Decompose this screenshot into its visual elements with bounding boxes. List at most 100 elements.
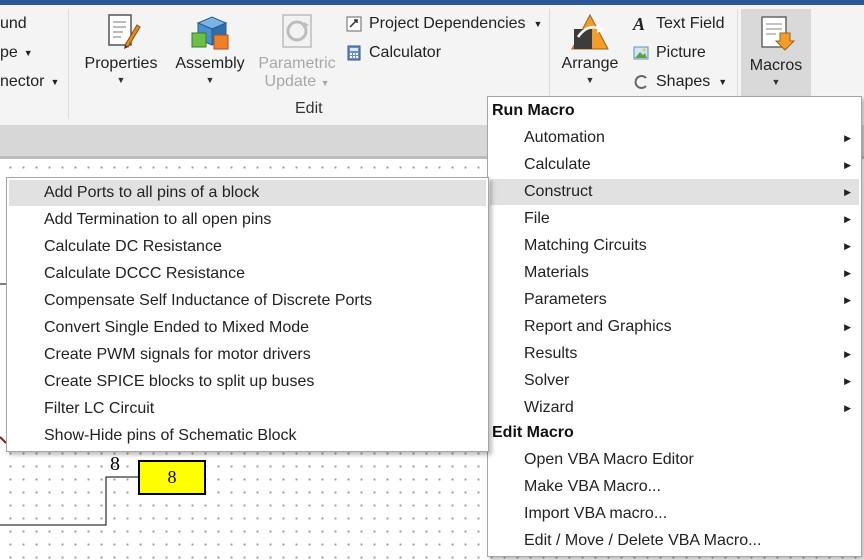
submenu-item-label: Create SPICE blocks to split up buses bbox=[44, 373, 315, 390]
parametric-update-icon bbox=[277, 11, 317, 51]
menu-item-wizard[interactable]: Wizard ▶ bbox=[490, 395, 859, 421]
macros-button[interactable]: Macros ▼ bbox=[741, 9, 811, 101]
ribbon-item-connector-cut[interactable]: nector ▼ bbox=[0, 73, 59, 91]
menu-item-make-vba-macro[interactable]: Make VBA Macro... bbox=[490, 474, 859, 500]
ribbon-item-background-cut[interactable]: und bbox=[0, 15, 27, 33]
parametric-update-label-line1: Parametric bbox=[258, 55, 336, 72]
calculator-icon bbox=[346, 45, 362, 61]
submenu-item-label: Filter LC Circuit bbox=[44, 400, 155, 417]
dropdown-arrow-icon: ▼ bbox=[718, 77, 728, 87]
submenu-item-filter-lc-circuit[interactable]: Filter LC Circuit bbox=[9, 396, 486, 422]
assembly-label: Assembly bbox=[175, 55, 245, 72]
menu-item-label: Automation bbox=[524, 129, 605, 146]
submenu-arrow-icon: ▶ bbox=[844, 160, 851, 170]
ribbon-item-label: pe bbox=[0, 44, 18, 61]
menu-item-solver[interactable]: Solver ▶ bbox=[490, 368, 859, 394]
parametric-update-button[interactable]: Parametric Update ▼ bbox=[252, 11, 342, 91]
submenu-item-calculate-dccc-resistance[interactable]: Calculate DCCC Resistance bbox=[9, 261, 486, 287]
picture-icon bbox=[633, 45, 649, 61]
picture-button[interactable]: Picture bbox=[633, 44, 706, 62]
group-separator bbox=[68, 9, 69, 119]
menu-item-label: Construct bbox=[524, 183, 593, 200]
menu-item-edit-move-delete-vba-macro[interactable]: Edit / Move / Delete VBA Macro... bbox=[490, 528, 859, 554]
arrange-label: Arrange bbox=[561, 55, 619, 72]
schematic-block[interactable]: 8 bbox=[138, 460, 206, 495]
submenu-item-label: Calculate DCCC Resistance bbox=[44, 265, 245, 282]
properties-icon bbox=[101, 11, 141, 51]
dropdown-arrow-icon: ▼ bbox=[50, 76, 60, 87]
submenu-item-create-pwm-signals[interactable]: Create PWM signals for motor drivers bbox=[9, 342, 486, 368]
project-dependencies-label: Project Dependencies bbox=[369, 15, 526, 32]
properties-button[interactable]: Properties ▼ bbox=[80, 11, 162, 85]
edit-group-label: Edit bbox=[295, 100, 323, 117]
menu-item-label: Materials bbox=[524, 264, 589, 281]
project-dependencies-icon bbox=[346, 16, 362, 32]
menu-item-results[interactable]: Results ▶ bbox=[490, 341, 859, 367]
parametric-update-label-line2: Update bbox=[264, 73, 317, 90]
port-label: 8 bbox=[110, 453, 120, 475]
shapes-button[interactable]: Shapes ▼ bbox=[633, 73, 727, 91]
chevron-down-icon: ▼ bbox=[771, 77, 781, 87]
text-field-label: Text Field bbox=[656, 15, 725, 32]
menu-item-label: File bbox=[524, 210, 550, 227]
menu-item-matching-circuits[interactable]: Matching Circuits ▶ bbox=[490, 233, 859, 259]
menu-item-automation[interactable]: Automation ▶ bbox=[490, 125, 859, 151]
menu-item-construct[interactable]: Construct ▶ bbox=[490, 179, 859, 205]
menu-item-label: Report and Graphics bbox=[524, 318, 672, 335]
arrange-icon bbox=[570, 11, 610, 51]
chevron-down-icon: ▼ bbox=[205, 75, 215, 85]
shapes-label: Shapes bbox=[656, 73, 711, 90]
submenu-arrow-icon: ▶ bbox=[844, 241, 851, 251]
submenu-arrow-icon: ▶ bbox=[844, 133, 851, 143]
text-field-button[interactable]: A Text Field bbox=[633, 15, 724, 33]
calculator-button[interactable]: Calculator bbox=[346, 44, 441, 62]
calculator-label: Calculator bbox=[369, 44, 442, 61]
submenu-item-label: Show-Hide pins of Schematic Block bbox=[44, 427, 297, 444]
submenu-item-show-hide-pins[interactable]: Show-Hide pins of Schematic Block bbox=[9, 423, 486, 449]
submenu-arrow-icon: ▶ bbox=[844, 322, 851, 332]
arrange-button[interactable]: Arrange ▼ bbox=[556, 11, 624, 85]
run-macro-header: Run Macro bbox=[492, 102, 575, 119]
submenu-item-label: Create PWM signals for motor drivers bbox=[44, 346, 311, 363]
menu-item-materials[interactable]: Materials ▶ bbox=[490, 260, 859, 286]
menu-item-label: Open VBA Macro Editor bbox=[524, 451, 694, 468]
shapes-icon bbox=[633, 74, 649, 90]
submenu-arrow-icon: ▶ bbox=[844, 376, 851, 386]
submenu-item-add-ports[interactable]: Add Ports to all pins of a block bbox=[9, 180, 486, 206]
submenu-item-calculate-dc-resistance[interactable]: Calculate DC Resistance bbox=[9, 234, 486, 260]
ribbon-item-type-cut[interactable]: pe ▼ bbox=[0, 44, 33, 62]
submenu-item-compensate-self-inductance[interactable]: Compensate Self Inductance of Discrete P… bbox=[9, 288, 486, 314]
menu-item-label: Matching Circuits bbox=[524, 237, 647, 254]
submenu-arrow-icon: ▶ bbox=[844, 403, 851, 413]
submenu-arrow-icon: ▶ bbox=[844, 295, 851, 305]
menu-item-parameters[interactable]: Parameters ▶ bbox=[490, 287, 859, 313]
properties-label: Properties bbox=[84, 55, 158, 72]
assembly-button[interactable]: Assembly ▼ bbox=[170, 11, 250, 85]
construct-submenu: Add Ports to all pins of a block Add Ter… bbox=[6, 177, 489, 452]
menu-item-label: Edit / Move / Delete VBA Macro... bbox=[524, 532, 762, 549]
menu-item-open-vba-editor[interactable]: Open VBA Macro Editor bbox=[490, 447, 859, 473]
menu-item-file[interactable]: File ▶ bbox=[490, 206, 859, 232]
menu-item-calculate[interactable]: Calculate ▶ bbox=[490, 152, 859, 178]
submenu-arrow-icon: ▶ bbox=[844, 214, 851, 224]
macros-dropdown-menu: Run Macro Automation ▶ Calculate ▶ Constru… bbox=[487, 96, 862, 557]
menu-item-label: Import VBA macro... bbox=[524, 505, 668, 522]
submenu-arrow-icon: ▶ bbox=[844, 349, 851, 359]
picture-label: Picture bbox=[656, 44, 706, 61]
submenu-item-label: Calculate DC Resistance bbox=[44, 238, 222, 255]
menu-item-label: Solver bbox=[524, 372, 570, 389]
submenu-item-label: Convert Single Ended to Mixed Mode bbox=[44, 319, 310, 336]
menu-item-label: Calculate bbox=[524, 156, 591, 173]
submenu-item-convert-single-ended[interactable]: Convert Single Ended to Mixed Mode bbox=[9, 315, 486, 341]
ribbon-item-label: nector bbox=[0, 73, 45, 90]
menu-item-import-vba-macro[interactable]: Import VBA macro... bbox=[490, 501, 859, 527]
menu-item-report-and-graphics[interactable]: Report and Graphics ▶ bbox=[490, 314, 859, 340]
submenu-item-create-spice-blocks[interactable]: Create SPICE blocks to split up buses bbox=[9, 369, 486, 395]
text-field-icon: A bbox=[633, 14, 646, 34]
menu-item-label: Make VBA Macro... bbox=[524, 478, 661, 495]
macros-label: Macros bbox=[749, 57, 803, 74]
project-dependencies-button[interactable]: Project Dependencies ▼ bbox=[346, 15, 542, 33]
submenu-item-add-termination[interactable]: Add Termination to all open pins bbox=[9, 207, 486, 233]
submenu-arrow-icon: ▶ bbox=[844, 187, 851, 197]
submenu-item-label: Compensate Self Inductance of Discrete P… bbox=[44, 292, 373, 309]
